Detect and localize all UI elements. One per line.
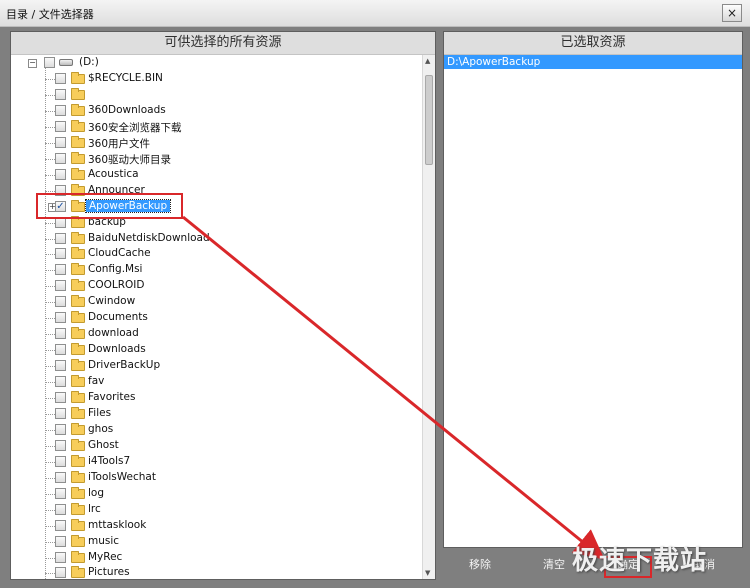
watermark-logo: 极速下载站 [572,546,708,576]
annotation-arrow [182,215,605,560]
